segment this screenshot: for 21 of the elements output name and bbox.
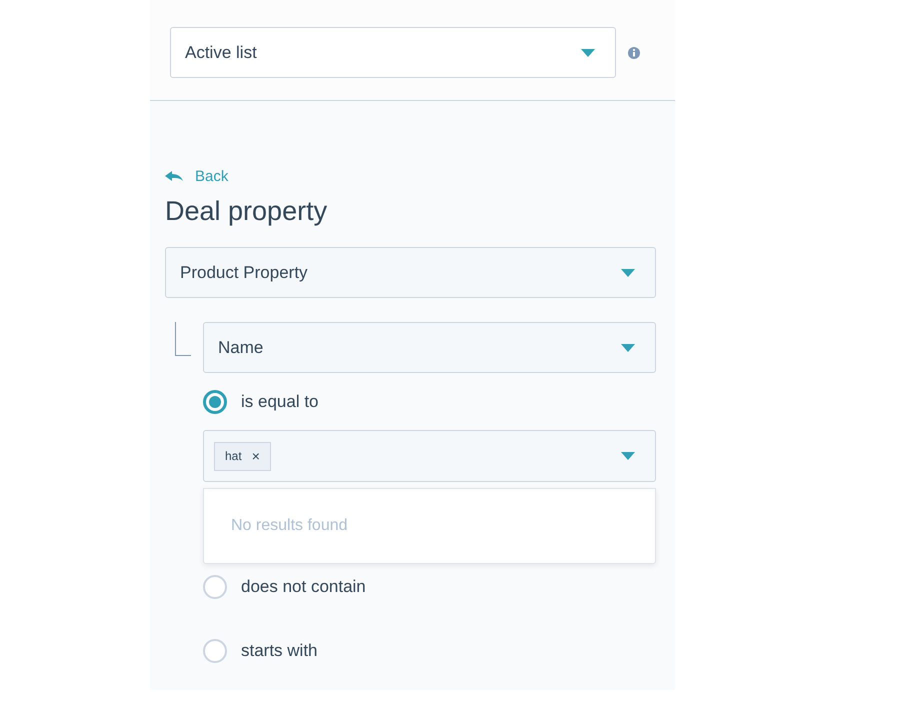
sub-property-select[interactable]: Name — [203, 322, 656, 373]
caret-icon — [581, 48, 595, 56]
radio-button[interactable] — [203, 390, 227, 414]
tag-input-field[interactable]: hat × — [203, 430, 656, 482]
remove-tag-button[interactable]: × — [252, 446, 260, 466]
radio-label: starts with — [241, 640, 318, 662]
radio-button[interactable] — [203, 575, 227, 599]
info-icon[interactable] — [628, 46, 640, 58]
property-select[interactable]: Product Property — [165, 247, 656, 298]
radio-button[interactable] — [203, 639, 227, 663]
back-arrow-icon — [165, 171, 183, 183]
tree-connector — [175, 322, 191, 356]
caret-icon — [621, 268, 635, 276]
caret-icon — [621, 452, 635, 460]
list-type-select[interactable]: Active list — [170, 27, 616, 78]
page-title: Deal property — [165, 195, 328, 228]
tag-chip: hat × — [214, 442, 271, 470]
caret-icon — [621, 344, 635, 352]
empty-message: No results found — [231, 516, 348, 536]
radio-label: is equal to — [241, 391, 318, 414]
radio-label: does not contain — [241, 576, 366, 598]
